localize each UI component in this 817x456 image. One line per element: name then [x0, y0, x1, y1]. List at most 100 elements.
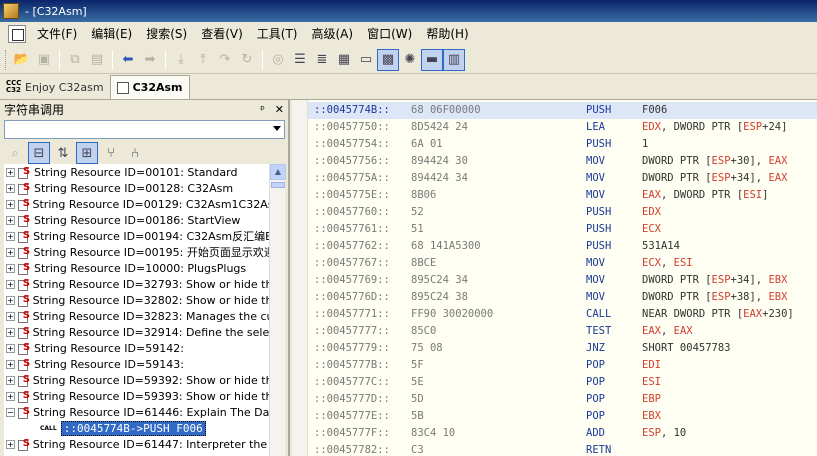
- expand-icon[interactable]: +: [6, 231, 15, 241]
- menu-tools[interactable]: 工具(T): [250, 22, 305, 46]
- menu-view[interactable]: 查看(V): [194, 22, 250, 46]
- disassembly-row[interactable]: ::0045775A:: 894424 34 MOV DWORD PTR [ESP+3…: [308, 170, 817, 187]
- tree-icon[interactable]: ⑂: [100, 142, 122, 164]
- disassembly-row[interactable]: ::0045777E:: 5B POP EBX: [308, 408, 817, 425]
- tree-item[interactable]: + String Resource ID=59142:: [4, 340, 269, 356]
- disassembly-row[interactable]: ::00457762:: 68 141A5300 PUSH 531A14: [308, 238, 817, 255]
- disassembly-row[interactable]: ::00457771:: FF90 30020000 CALL NEAR DWORD …: [308, 306, 817, 323]
- expand-icon[interactable]: +: [6, 199, 15, 209]
- expand-icon[interactable]: +: [6, 279, 15, 289]
- grid-icon[interactable]: ▥: [443, 48, 465, 71]
- step-icon[interactable]: ↷: [214, 49, 236, 71]
- disassembly-row[interactable]: ::00457782:: C3 RETN: [308, 442, 817, 456]
- tree-item[interactable]: + String Resource ID=00195: 开始页面显示欢迎: [4, 244, 269, 260]
- expand-icon[interactable]: +: [6, 327, 15, 337]
- tree-item[interactable]: + String Resource ID=00101: Standard: [4, 164, 269, 180]
- tree-scrollbar[interactable]: ▲: [269, 164, 286, 456]
- save-icon[interactable]: ▣: [33, 49, 55, 71]
- tree-item[interactable]: + String Resource ID=00128: C32Asm: [4, 180, 269, 196]
- disassembly-row[interactable]: ::0045777D:: 5D POP EBP: [308, 391, 817, 408]
- disassembly-row[interactable]: ::00457779:: 75 08 JNZ SHORT 00457783: [308, 340, 817, 357]
- expand-icon[interactable]: +: [6, 375, 15, 385]
- filter-combobox[interactable]: [4, 120, 285, 139]
- run-icon[interactable]: ↻: [236, 49, 258, 71]
- settings-icon[interactable]: ✺: [399, 49, 421, 71]
- expand-icon[interactable]: +: [6, 391, 15, 401]
- list-icon[interactable]: ☰: [289, 49, 311, 71]
- disassembly-row[interactable]: ::00457769:: 895C24 34 MOV DWORD PTR [ESP+3…: [308, 272, 817, 289]
- disassembly-row[interactable]: ::00457761:: 51 PUSH ECX: [308, 221, 817, 238]
- window-icon[interactable]: ▬: [421, 48, 443, 71]
- close-icon[interactable]: ✕: [275, 103, 284, 116]
- disassembly-gutter[interactable]: [292, 100, 308, 456]
- binoculars-icon[interactable]: ⌕: [4, 142, 26, 164]
- expand-icon[interactable]: +: [6, 247, 15, 257]
- expand-icon[interactable]: +: [6, 263, 15, 273]
- mdi-document-icon[interactable]: [8, 25, 26, 43]
- menu-help[interactable]: 帮助(H): [419, 22, 475, 46]
- selected-call-reference[interactable]: ::0045774B->PUSH F006: [60, 420, 206, 436]
- disassembly-row[interactable]: ::00457754:: 6A 01 PUSH 1: [308, 136, 817, 153]
- menu-edit[interactable]: 编辑(E): [84, 22, 139, 46]
- tab-c32asm[interactable]: C32Asm: [109, 75, 190, 99]
- expand-icon[interactable]: +: [6, 295, 15, 305]
- disassembly-row[interactable]: ::0045777C:: 5E POP ESI: [308, 374, 817, 391]
- expand-icon[interactable]: +: [6, 215, 15, 225]
- module-icon[interactable]: ◎: [267, 49, 289, 71]
- expand-icon[interactable]: +: [6, 343, 15, 353]
- disassembly-row[interactable]: ::00457777:: 85C0 TEST EAX, EAX: [308, 323, 817, 340]
- menu-advanced[interactable]: 高级(A): [305, 22, 361, 46]
- tree-item[interactable]: + String Resource ID=10000: PlugsPlugs: [4, 260, 269, 276]
- expand-icon[interactable]: +: [6, 311, 15, 321]
- open-icon[interactable]: 📂: [11, 49, 33, 71]
- tree-item[interactable]: + String Resource ID=59393: Show or hide …: [4, 388, 269, 404]
- copy-icon[interactable]: ⧉: [64, 49, 86, 71]
- disassembly-row[interactable]: ::00457750:: 8D5424 24 LEA EDX, DWORD PTR […: [308, 119, 817, 136]
- tab-enjoy-c32asm[interactable]: CCC C32 Enjoy C32asm: [0, 75, 110, 99]
- disassembly-row[interactable]: ::0045775E:: 8B06 MOV EAX, DWORD PTR [ESI]: [308, 187, 817, 204]
- align-icon[interactable]: ≣: [311, 49, 333, 71]
- memory-icon[interactable]: ▭: [355, 49, 377, 71]
- scroll-up-icon[interactable]: ▲: [270, 164, 286, 180]
- disassembly-row[interactable]: ::00457756:: 894424 30 MOV DWORD PTR [ESP+3…: [308, 153, 817, 170]
- tree-item[interactable]: + String Resource ID=59143:: [4, 356, 269, 372]
- scroll-thumb[interactable]: [271, 182, 285, 188]
- disassembly-row[interactable]: ::0045777F:: 83C4 10 ADD ESP, 10: [308, 425, 817, 442]
- disassembly-row[interactable]: ::00457767:: 8BCE MOV ECX, ESI: [308, 255, 817, 272]
- chevron-down-icon[interactable]: [273, 126, 281, 131]
- hex-icon[interactable]: ▦: [333, 49, 355, 71]
- tree-item[interactable]: + String Resource ID=00194: C32Asm反汇编EX: [4, 228, 269, 244]
- tree-item[interactable]: + String Resource ID=00129: C32Asm1C32Asm…: [4, 196, 269, 212]
- tree-item[interactable]: + String Resource ID=59392: Show or hide …: [4, 372, 269, 388]
- back-icon[interactable]: ⬅: [117, 49, 139, 71]
- expand-icon[interactable]: +: [6, 183, 15, 193]
- pin-icon[interactable]: ᵖ: [260, 103, 265, 116]
- disassembly-view[interactable]: ::0045774B:: 68 06F00000 PUSH F006::0045775…: [292, 100, 817, 456]
- view-icon[interactable]: ⊞: [76, 142, 98, 164]
- disassembly-row[interactable]: ::0045777B:: 5F POP EDI: [308, 357, 817, 374]
- expand-icon[interactable]: −: [6, 407, 15, 417]
- tree-child-call[interactable]: CALL::0045774B->PUSH F006: [4, 420, 269, 436]
- filter-icon[interactable]: ⊟: [28, 142, 50, 164]
- tree-item[interactable]: + String Resource ID=00186: StartView: [4, 212, 269, 228]
- sort-az-icon[interactable]: ⇅: [52, 142, 74, 164]
- expand-icon[interactable]: +: [6, 439, 15, 449]
- disassembly-row[interactable]: ::00457760:: 52 PUSH EDX: [308, 204, 817, 221]
- tree-item[interactable]: − String Resource ID=61446: Explain The D…: [4, 404, 269, 420]
- toolbar-grip[interactable]: [5, 49, 8, 70]
- tree-item[interactable]: + String Resource ID=32914: Define the se…: [4, 324, 269, 340]
- menu-file[interactable]: 文件(F): [30, 22, 84, 46]
- expand-icon[interactable]: +: [6, 359, 15, 369]
- expand-icon[interactable]: +: [6, 167, 15, 177]
- forward-icon[interactable]: ➡: [139, 49, 161, 71]
- disassembly-row[interactable]: ::0045774B:: 68 06F00000 PUSH F006: [308, 102, 817, 119]
- tree-item[interactable]: + String Resource ID=61447: Interpreter t…: [4, 436, 269, 452]
- tree-item[interactable]: + String Resource ID=32802: Show or hide …: [4, 292, 269, 308]
- goto-icon[interactable]: ⤒: [192, 49, 214, 71]
- menu-search[interactable]: 搜索(S): [139, 22, 194, 46]
- paste-icon[interactable]: ▤: [86, 49, 108, 71]
- toggle-icon[interactable]: ▩: [377, 48, 399, 71]
- disassembly-row[interactable]: ::0045776D:: 895C24 38 MOV DWORD PTR [ESP+3…: [308, 289, 817, 306]
- tree-item[interactable]: + String Resource ID=32823: Manages the c…: [4, 308, 269, 324]
- bookmark-icon[interactable]: ⤓: [170, 49, 192, 71]
